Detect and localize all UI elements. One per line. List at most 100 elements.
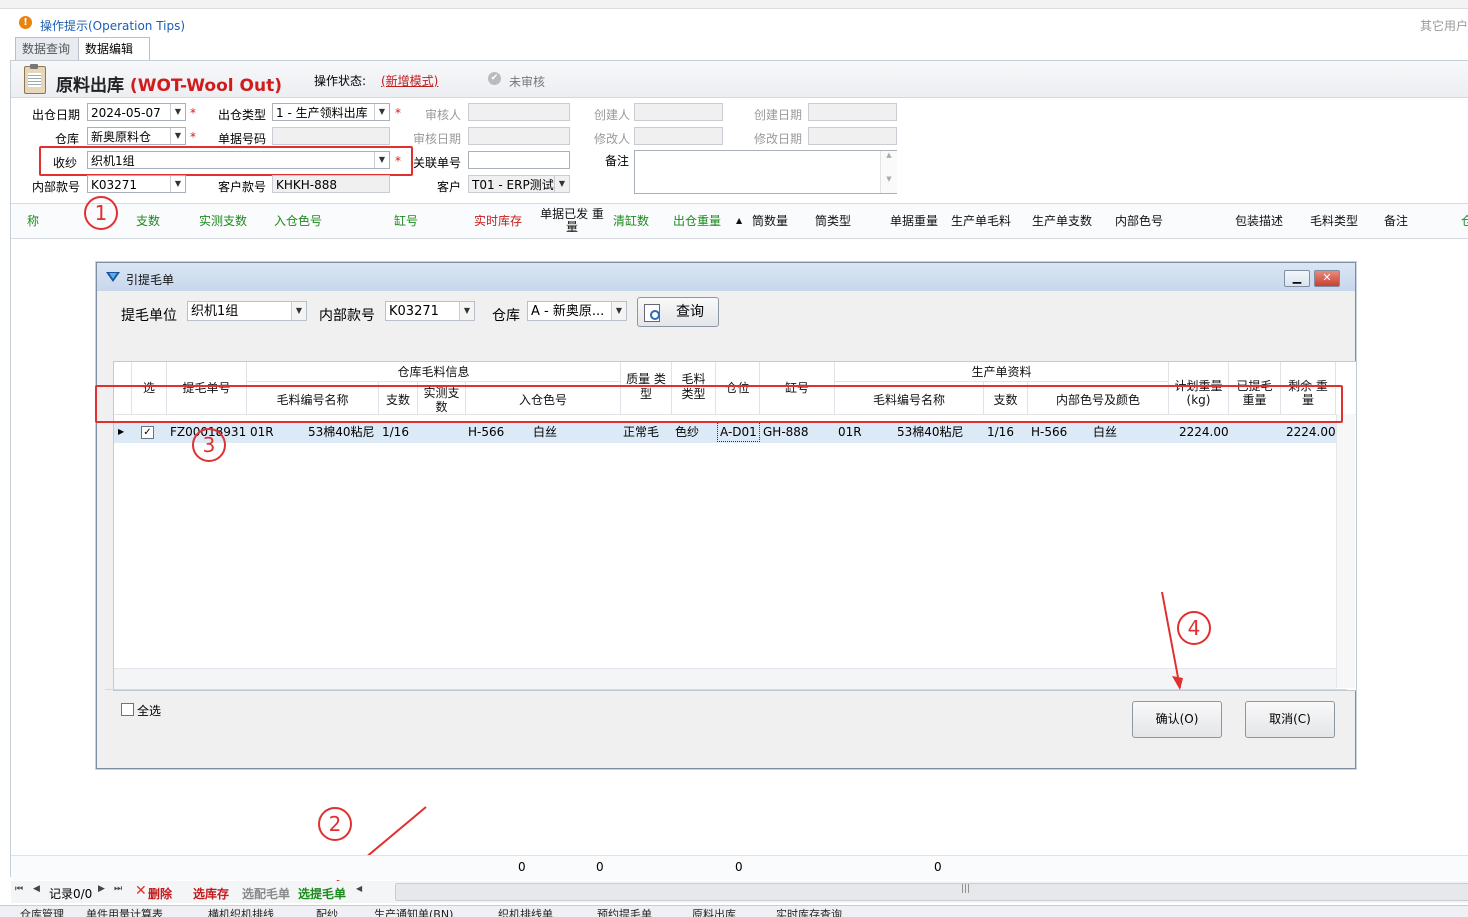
select-all-checkbox[interactable]: [121, 703, 134, 716]
related-doc-field[interactable]: [468, 151, 570, 169]
tab-warehouse-mgmt[interactable]: 仓库管理: [20, 906, 64, 917]
cell-location[interactable]: A-D01: [717, 422, 760, 442]
cell-color-name: 白丝: [533, 425, 558, 439]
row-pointer-icon: ▶: [118, 427, 125, 436]
operation-tips-link[interactable]: 操作提示(Operation Tips): [40, 17, 185, 34]
modify-date-field: [808, 127, 897, 145]
warehouse-filter-select[interactable]: A - 新奥原... ▼: [527, 301, 627, 321]
col-issued-weight[interactable]: 单据已发 重量: [537, 208, 607, 242]
remark-scrollbar[interactable]: ▲ ▼: [880, 151, 897, 193]
minimize-icon[interactable]: ▁: [1284, 270, 1310, 287]
tab-reserve-wool[interactable]: 预约提毛单: [597, 906, 652, 917]
tab-loom-schedule[interactable]: 织机排线单: [498, 906, 553, 917]
cell-wool-name: 53棉40粘尼: [308, 425, 375, 439]
page-title-en: (WOT-Wool Out): [129, 76, 282, 96]
next-record-icon[interactable]: ▶: [98, 884, 105, 894]
pick-wool-button[interactable]: 选提毛单: [298, 885, 346, 902]
cell-prod-count: 1/16: [987, 425, 1014, 439]
chevron-down-icon[interactable]: ▼: [374, 104, 389, 120]
create-date-label: 创建日期: [754, 108, 803, 122]
tab-knitting-schedule[interactable]: 横机织机排线: [208, 906, 274, 917]
col-wool-type[interactable]: 毛料类型: [1310, 204, 1358, 238]
receiver-select[interactable]: 织机1组 ▼: [87, 151, 390, 169]
tab-yarn-matching[interactable]: 配纱: [316, 906, 338, 917]
col-count[interactable]: 支数: [136, 204, 160, 238]
annotation-circle-1: 1: [84, 196, 118, 230]
top-toolbar-strip: [0, 0, 1468, 9]
style-no-select[interactable]: K03271 ▼: [87, 175, 186, 193]
group-production-info: 生产单资料: [835, 362, 1169, 382]
modifier-label: 修改人: [594, 132, 631, 146]
col-prod-wool[interactable]: 生产单毛料: [951, 204, 1011, 238]
style-select[interactable]: K03271 ▼: [385, 301, 475, 321]
col-warehouse[interactable]: 仓: [1461, 204, 1468, 238]
status-label: 操作状态:: [314, 74, 367, 88]
col-doc-weight[interactable]: 单据重量: [890, 204, 938, 238]
tab-production-notice[interactable]: 生产通知单(BN): [374, 906, 453, 917]
sort-asc-icon[interactable]: ▲: [736, 204, 742, 238]
out-date-label: 出仓日期: [32, 108, 81, 122]
col-remark[interactable]: 备注: [1384, 204, 1408, 238]
scroll-left-icon[interactable]: ◀: [356, 884, 362, 893]
unit-select[interactable]: 织机1组 ▼: [187, 301, 307, 321]
out-type-select[interactable]: 1 - 生产领料出库 ▼: [272, 103, 390, 121]
chevron-down-icon[interactable]: ▼: [170, 104, 185, 120]
confirm-button[interactable]: 确认(O): [1132, 701, 1222, 738]
close-icon[interactable]: ✕: [1314, 270, 1340, 287]
cell-batch: GH-888: [763, 425, 809, 439]
record-navigator: ⏮ ◀ 记录0/0 ▶ ⏭ ✕ 删除 选库存 选配毛单 选提毛单 ◀ |||: [11, 881, 1468, 903]
customer-select[interactable]: T01 - ERP测试 ▼: [468, 175, 570, 193]
customer-style-label: 客户款号: [218, 180, 267, 194]
tab-unit-usage[interactable]: 单件用量计算表: [86, 906, 163, 917]
table-row[interactable]: ▶ ✓ FZ00018931 01R 53棉40粘尼 1/16 H-566 白丝…: [114, 421, 1336, 443]
row-checkbox[interactable]: ✓: [141, 426, 154, 439]
tab-data-edit[interactable]: 数据编辑: [78, 37, 150, 61]
col-clear-batch[interactable]: 清缸数: [613, 204, 649, 238]
record-counter: 记录0/0: [49, 887, 93, 901]
tab-realtime-stock[interactable]: 实时库存查询: [776, 906, 842, 917]
chevron-down-icon[interactable]: ▼: [459, 302, 474, 320]
grid-scrollbar[interactable]: [1336, 414, 1355, 688]
col-batch[interactable]: 缸号: [394, 204, 418, 238]
col-prod-count[interactable]: 生产单支数: [1032, 204, 1092, 238]
chevron-down-icon[interactable]: ▼: [170, 176, 185, 192]
pick-match-button[interactable]: 选配毛单: [242, 885, 290, 902]
remark-textarea[interactable]: [634, 150, 897, 194]
delete-button[interactable]: 删除: [148, 885, 172, 902]
last-record-icon[interactable]: ⏭: [114, 884, 122, 894]
col-in-color[interactable]: 入仓色号: [274, 204, 322, 238]
create-date-field: [808, 103, 897, 121]
horizontal-scrollbar[interactable]: |||: [395, 883, 1468, 901]
chevron-down-icon[interactable]: ▼: [291, 302, 306, 320]
query-button[interactable]: 查询: [637, 297, 719, 327]
doc-no-field: [272, 127, 390, 145]
chevron-down-icon[interactable]: ▼: [374, 152, 389, 168]
delete-icon[interactable]: ✕: [135, 883, 147, 899]
chevron-down-icon[interactable]: ▼: [554, 176, 569, 192]
warehouse-select[interactable]: 新奥原料仓 ▼: [87, 127, 186, 145]
col-out-weight[interactable]: 出仓重量: [673, 204, 721, 238]
customer-label: 客户: [437, 180, 462, 194]
main-grid-header: 称 支数 实测支数 入仓色号 缸号 实时库存 单据已发 重量 清缸数 出仓重量 …: [11, 203, 1468, 239]
out-type-label: 出仓类型: [218, 108, 267, 122]
col-tube-qty[interactable]: 筒数量: [752, 204, 788, 238]
annotation-circle-3: 3: [192, 428, 226, 462]
chevron-down-icon[interactable]: ▼: [170, 128, 185, 144]
warehouse-filter-label: 仓库: [492, 308, 520, 324]
col-realtime-stock[interactable]: 实时库存: [474, 204, 522, 238]
required-mark: *: [395, 154, 401, 168]
col-packing[interactable]: 包装描述: [1235, 204, 1283, 238]
col-measured-count[interactable]: 实测支数: [199, 204, 247, 238]
out-date-field[interactable]: 2024-05-07 ▼: [87, 103, 186, 121]
chevron-down-icon[interactable]: ▼: [611, 302, 626, 320]
col-name[interactable]: 称: [27, 204, 39, 238]
prev-record-icon[interactable]: ◀: [33, 884, 40, 894]
cancel-button[interactable]: 取消(C): [1245, 701, 1335, 738]
col-tube-type[interactable]: 筒类型: [815, 204, 851, 238]
status-value: (新增模式): [381, 74, 439, 88]
pick-stock-button[interactable]: 选库存: [193, 885, 229, 902]
col-inner-color[interactable]: 内部色号: [1115, 204, 1163, 238]
tab-raw-material-out[interactable]: 原料出库: [692, 906, 736, 917]
clipboard-icon: [24, 64, 46, 94]
first-record-icon[interactable]: ⏮: [15, 884, 23, 894]
